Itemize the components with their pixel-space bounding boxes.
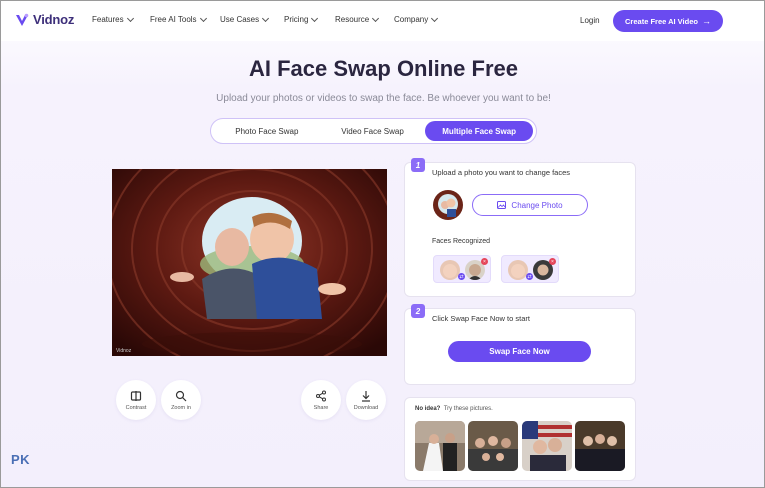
swap-face-now-button[interactable]: Swap Face Now <box>448 341 591 362</box>
main-menu: Features Free AI Tools Use Cases Pricing… <box>92 14 454 24</box>
contrast-button[interactable]: Contrast <box>116 380 156 420</box>
menu-label: Free AI Tools <box>150 15 197 24</box>
source-face-2 <box>508 260 528 280</box>
change-photo-button[interactable]: Change Photo <box>472 194 588 216</box>
brand-name: Vidnoz <box>33 12 75 27</box>
swap-mode-tabs: Photo Face Swap Video Face Swap Multiple… <box>210 118 537 144</box>
menu-company[interactable]: Company <box>394 14 454 24</box>
page-subtitle: Upload your photos or videos to swap the… <box>216 93 551 104</box>
chevron-down-icon <box>311 14 319 22</box>
no-idea-label: No idea? <box>415 406 441 412</box>
swap-indicator-icon: ⇄ <box>526 273 533 280</box>
page-title: AI Face Swap Online Free <box>249 56 518 81</box>
step1-instruction: Upload a photo you want to change faces <box>432 168 571 177</box>
tab-multiple-face-swap[interactable]: Multiple Face Swap <box>425 121 533 141</box>
preview-image: Vidnoz <box>112 169 387 356</box>
tab-video-face-swap[interactable]: Video Face Swap <box>320 121 426 141</box>
top-nav: Vidnoz Features Free AI Tools Use Cases … <box>1 1 764 41</box>
sample-picture-1[interactable] <box>415 421 465 471</box>
pk-watermark: PK <box>11 452 31 467</box>
download-icon <box>362 390 370 402</box>
chevron-down-icon <box>431 14 439 22</box>
step2-badge: 2 <box>411 304 425 318</box>
try-pictures-label: Try these pictures. <box>443 406 493 412</box>
tool-label: Zoom in <box>171 404 191 411</box>
share-icon <box>316 390 326 401</box>
faces-recognized-label: Faces Recognized <box>432 238 490 245</box>
menu-label: Pricing <box>284 15 309 24</box>
share-button[interactable]: Share <box>301 380 341 420</box>
change-photo-label: Change Photo <box>511 200 563 210</box>
login-link[interactable]: Login <box>580 16 600 25</box>
sample-picture-3[interactable] <box>522 421 572 471</box>
tool-label: Contrast <box>125 404 147 411</box>
face-pair-2[interactable]: ⇄ × <box>501 255 559 283</box>
zoom-in-icon <box>175 390 187 401</box>
menu-label: Resource <box>335 15 370 24</box>
swap-indicator-icon: ⇄ <box>458 273 465 280</box>
remove-face-icon[interactable]: × <box>549 258 556 265</box>
uploaded-photo-thumbnail[interactable] <box>433 190 463 220</box>
sample-picture-2[interactable] <box>468 421 518 471</box>
menu-resource[interactable]: Resource <box>335 14 394 24</box>
arrow-right-icon: → <box>701 16 711 26</box>
create-free-ai-video-button[interactable]: Create Free AI Video → <box>613 10 723 32</box>
remove-face-icon[interactable]: × <box>481 258 488 265</box>
cta-label: Create Free AI Video <box>625 16 698 26</box>
page-frame: Vidnoz Features Free AI Tools Use Cases … <box>0 0 765 488</box>
menu-label: Company <box>394 15 429 24</box>
tool-label: Download <box>353 404 379 411</box>
chevron-down-icon <box>199 14 207 22</box>
menu-features[interactable]: Features <box>92 14 150 24</box>
face-pair-1[interactable]: ⇄ × <box>433 255 491 283</box>
sample-pictures-hint: No idea? Try these pictures. <box>415 406 493 412</box>
menu-use-cases[interactable]: Use Cases <box>220 14 284 24</box>
vidnoz-logo-icon <box>16 13 29 26</box>
chevron-down-icon <box>372 14 380 22</box>
zoom-in-button[interactable]: Zoom in <box>161 380 201 420</box>
tool-label: Share <box>313 404 329 411</box>
menu-label: Features <box>92 15 124 24</box>
tab-photo-face-swap[interactable]: Photo Face Swap <box>214 121 320 141</box>
chevron-down-icon <box>262 14 270 22</box>
uploaded-photo-image <box>433 190 463 220</box>
preview-watermark: Vidnoz <box>116 348 132 354</box>
step1-badge: 1 <box>411 158 425 172</box>
source-face-1 <box>440 260 460 280</box>
menu-label: Use Cases <box>220 15 260 24</box>
image-icon <box>497 201 507 209</box>
tunnel-kids-photo <box>112 169 387 356</box>
vidnoz-logo[interactable]: Vidnoz <box>15 12 74 27</box>
download-button[interactable]: Download <box>346 380 386 420</box>
step2-instruction: Click Swap Face Now to start <box>432 314 530 323</box>
sample-picture-4[interactable] <box>575 421 625 471</box>
menu-free-ai-tools[interactable]: Free AI Tools <box>150 14 220 24</box>
contrast-icon <box>130 390 142 401</box>
menu-pricing[interactable]: Pricing <box>284 14 335 24</box>
chevron-down-icon <box>126 14 134 22</box>
